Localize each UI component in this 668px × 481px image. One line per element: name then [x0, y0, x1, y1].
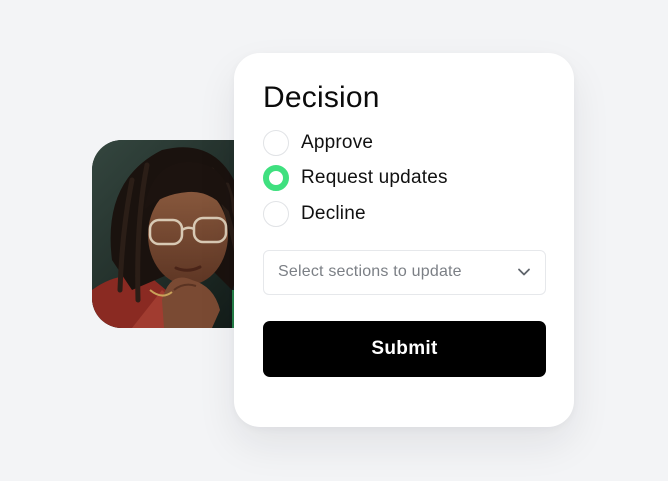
decision-title: Decision: [263, 81, 380, 114]
submit-button[interactable]: Submit: [263, 320, 546, 377]
decision-card: Decision Approve Request updates Decline…: [234, 53, 574, 427]
option-decline[interactable]: Decline: [263, 196, 546, 232]
radio-approve[interactable]: [263, 129, 289, 156]
option-request-updates[interactable]: Request updates: [263, 161, 546, 197]
decision-options: Approve Request updates Decline: [263, 125, 546, 232]
option-label: Approve: [301, 131, 374, 153]
chevron-down-icon: [518, 268, 530, 276]
option-label: Decline: [301, 202, 366, 224]
sections-select[interactable]: Select sections to update: [263, 249, 546, 295]
stage: Decision Approve Request updates Decline…: [0, 0, 668, 481]
option-approve[interactable]: Approve: [263, 125, 546, 161]
radio-decline[interactable]: [263, 200, 289, 227]
option-label: Request updates: [301, 167, 448, 189]
radio-request-updates[interactable]: [263, 165, 289, 192]
sections-select-placeholder: Select sections to update: [278, 263, 462, 280]
